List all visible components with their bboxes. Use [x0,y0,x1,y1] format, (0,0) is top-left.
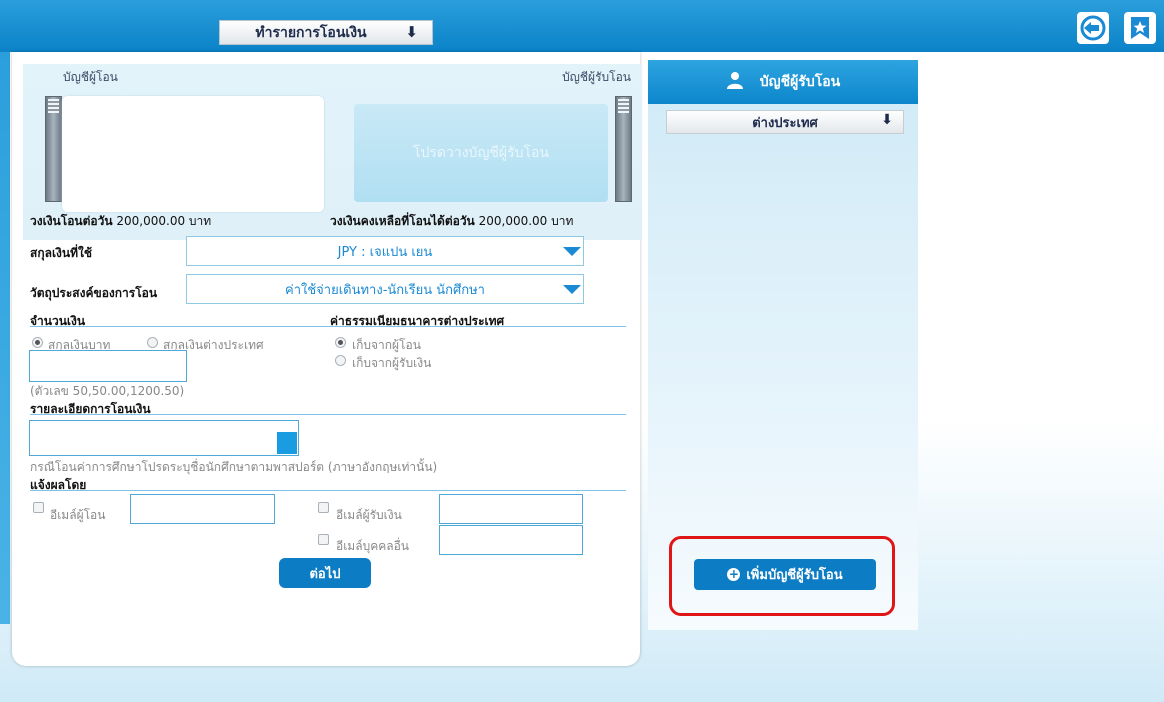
to-account-label: บัญชีผู้รับโอน [562,70,631,84]
fee-section-title: ค่าธรรมเนียมธนาคารต่างประเทศ [330,314,505,328]
to-account-rail[interactable] [615,96,632,202]
email-sender-input[interactable] [130,494,275,524]
purpose-select[interactable]: ค่าใช้จ่ายเดินทาง-นักเรียน นักศึกษา [186,274,584,304]
next-button-label: ต่อไป [309,566,341,582]
daily-limit: วงเงินโอนต่อวัน 200,000.00 บาท [30,212,211,231]
next-button[interactable]: ต่อไป [279,558,371,588]
email-other-input[interactable] [439,525,583,555]
dropdown-arrow-icon [563,285,581,294]
notify-divider [30,490,626,491]
double-chevron-down-icon: ⬇ [881,112,893,128]
daily-limit-value: 200,000.00 บาท [116,214,212,228]
transfer-details-input[interactable] [29,420,299,456]
details-divider [30,414,626,415]
amount-hint: (ตัวเลข 50,50.00,1200.50) [30,384,185,398]
transfer-form-panel: บัญชีผู้โอน บัญชีผู้รับโอน โปรดวางบัญชีผ… [12,52,642,666]
left-edge-stripe [0,52,10,624]
double-chevron-down-icon: ⬇ [405,23,418,41]
email-sender-label: อีเมล์ผู้โอน [50,508,106,522]
dropdown-arrow-icon [563,247,581,256]
fee-receiver-radio[interactable] [335,355,346,366]
top-bar: ทำรายการโอนเงิน ⬇ [0,0,1164,52]
recipient-panel-title: บัญชีผู้รับโอน [759,74,841,90]
fee-divider [314,326,626,327]
add-recipient-label: เพิ่มบัญชีผู้รับโอน [746,568,843,583]
plus-circle-icon: + [727,567,741,581]
remaining-limit: วงเงินคงเหลือที่โอนได้ต่อวัน 200,000.00 … [330,212,573,231]
to-account-placeholder: โปรดวางบัญชีผู้รับโอน [412,145,549,161]
add-recipient-button[interactable]: + เพิ่มบัญชีผู้รับโอน [694,559,876,590]
from-account-rail[interactable] [45,96,62,202]
fee-receiver-label: เก็บจากผู้รับเงิน [352,356,432,370]
details-section-title: รายละเอียดการโอนเงิน [30,402,151,416]
amount-thb-radio[interactable] [32,337,43,348]
email-receiver-label: อีเมล์ผู้รับเงิน [336,508,402,522]
transaction-menu-dropdown[interactable]: ทำรายการโอนเงิน ⬇ [219,20,433,45]
remaining-limit-value: 200,000.00 บาท [478,214,574,228]
logout-back-icon[interactable] [1077,12,1109,44]
remaining-limit-label: วงเงินคงเหลือที่โอนได้ต่อวัน [330,214,475,228]
daily-limit-label: วงเงินโอนต่อวัน [30,214,113,228]
amount-input[interactable] [29,350,187,382]
currency-select[interactable]: JPY : เจแปน เยน [186,236,584,266]
from-account-card[interactable] [62,96,324,212]
to-account-drop-zone[interactable]: โปรดวางบัญชีผู้รับโอน [354,104,608,202]
details-note: กรณีโอนค่าการศึกษาโปรดระบุชื่อนักศึกษาตา… [30,460,438,474]
amount-divider [30,326,314,327]
recipient-type-value: ต่างประเทศ [752,115,818,131]
amount-section-title: จำนวนเงิน [30,314,86,328]
email-other-label: อีเมล์บุคคลอื่น [336,539,410,553]
currency-value: JPY : เจแปน เยน [337,244,433,260]
fee-sender-label: เก็บจากผู้โอน [352,338,421,352]
recipient-type-dropdown[interactable]: ต่างประเทศ ⬇ [666,110,904,134]
recipient-panel-header: บัญชีผู้รับโอน [648,60,918,104]
transaction-menu-label: ทำรายการโอนเงิน [255,24,367,41]
person-icon [726,71,744,93]
fee-sender-radio[interactable] [335,337,346,348]
email-receiver-checkbox[interactable] [318,502,329,513]
email-sender-checkbox[interactable] [33,502,44,513]
purpose-label: วัตถุประสงค์ของการโอน [30,286,158,300]
grip-icon [48,99,59,113]
notify-section-title: แจ้งผลโดย [30,478,87,492]
currency-label: สกุลเงินที่ใช้ [30,246,93,260]
email-receiver-input[interactable] [439,494,583,524]
email-other-checkbox[interactable] [318,534,329,545]
grip-icon [618,99,629,113]
purpose-value: ค่าใช้จ่ายเดินทาง-นักเรียน นักศึกษา [285,282,485,298]
details-picker-button[interactable] [277,432,297,454]
bookmark-star-icon[interactable] [1124,12,1156,44]
amount-foreign-radio[interactable] [147,337,158,348]
from-account-label: บัญชีผู้โอน [63,70,118,84]
